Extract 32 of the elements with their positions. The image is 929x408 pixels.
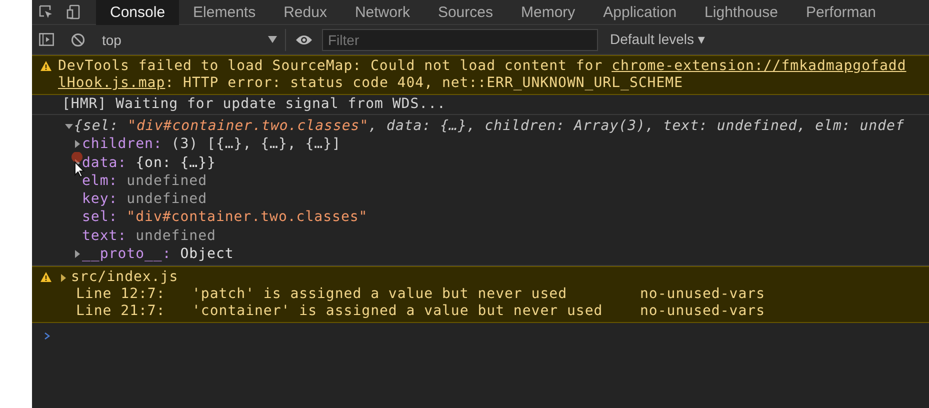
panel-tab[interactable]: Performan [792, 0, 890, 24]
source-link[interactable]: lHook.js.map [58, 75, 166, 91]
object-summary[interactable]: {sel: "div#container.two.classes", data: {…}, children: Array(3), text: undefined, elm: undef [74, 117, 904, 136]
filter-field[interactable]: Filter [322, 28, 598, 50]
object-property: text: undefined [82, 226, 216, 246]
panel-tab[interactable]: Console [96, 0, 180, 24]
object-property: sel: "div#container.two.classes" [82, 208, 368, 227]
panel-tab[interactable]: Network [340, 0, 424, 24]
panel-tab[interactable]: Application [589, 0, 691, 24]
line-location: Line 12:7: [76, 286, 166, 304]
warning-text: : HTTP error: status code 404, net::ERR_UNKNOWN_URL_SCHEME [165, 75, 684, 91]
panel-tab[interactable]: Lighthouse [690, 0, 792, 24]
object-property: key: undefined [82, 190, 208, 208]
warning-text: DevTools failed to load SourceMap: Could not load content for [58, 58, 604, 74]
context-dropdown[interactable]: top [96, 28, 286, 50]
object-property: elm: undefined [82, 172, 208, 190]
panel-tab[interactable]: Elements [179, 0, 270, 24]
rule-name: no-unused-vars [640, 303, 766, 320]
object-property: data: {on: {…}} [82, 154, 216, 172]
lint-message: 'patch' is assigned a value but never used [192, 286, 568, 304]
levels-dropdown[interactable]: Default levels ▾ [610, 31, 705, 48]
log-message: [HMR] Waiting for update signal from WDS... [32, 95, 929, 115]
panel-tab[interactable]: Redux [270, 0, 341, 24]
file-name: src/index.js [71, 269, 178, 286]
object-property: children: (3) [{…}, {…}, {…}] [82, 135, 341, 154]
rule-name: no-unused-vars [640, 286, 766, 304]
panel-tab[interactable]: Sources [424, 0, 507, 24]
object-property: __proto__: Object [82, 245, 234, 264]
lint-message: 'container' is assigned a value but never used [192, 303, 604, 320]
line-location: Line 21:7: [76, 303, 166, 320]
panel-tab[interactable]: Memory [506, 0, 590, 24]
source-link[interactable]: chrome-extension://fmkadmapgofadd [612, 58, 906, 74]
